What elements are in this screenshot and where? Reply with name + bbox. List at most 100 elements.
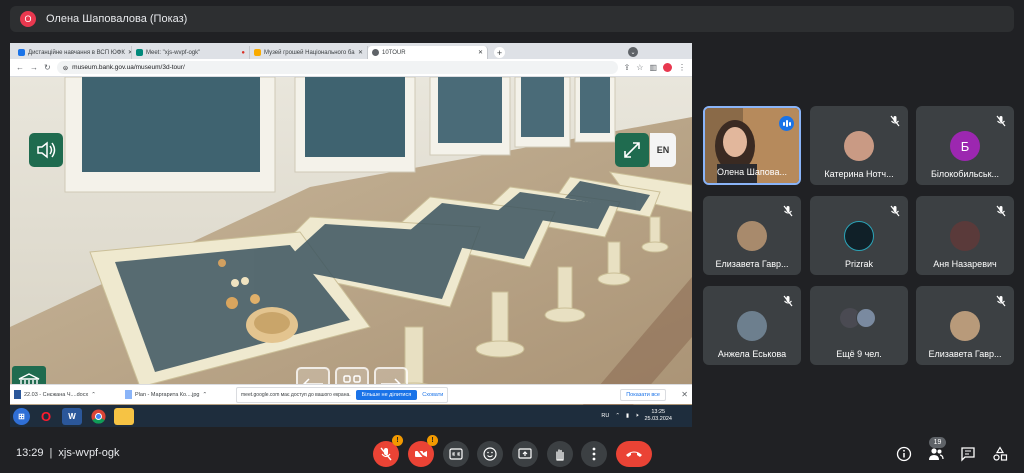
system-tray: RU ⌃ ▮ 🕨 13:25 25.03.2024 <box>601 409 692 423</box>
star-icon[interactable]: ☆ <box>636 63 643 72</box>
tray-chevron-icon[interactable]: ⌃ <box>615 413 620 419</box>
participant-tile[interactable]: Елизавета Гавр... <box>703 196 801 275</box>
shapes-icon <box>993 446 1008 461</box>
sidebar-icon[interactable]: ▥ <box>649 63 657 72</box>
participant-tile[interactable]: Ещё 9 чел. <box>810 286 908 365</box>
camera-button[interactable]: ! <box>408 435 438 467</box>
emoji-icon <box>483 447 497 461</box>
avatar <box>737 221 767 251</box>
profile-icon[interactable] <box>663 63 672 72</box>
speaking-indicator-icon <box>779 116 794 131</box>
close-icon[interactable]: ✕ <box>358 49 363 56</box>
leave-call-button[interactable] <box>616 441 652 467</box>
meet-icon <box>136 49 143 56</box>
share-notice-text: meet.google.com має доступ до вашого екр… <box>241 391 351 398</box>
network-icon[interactable]: ▮ <box>626 413 629 419</box>
participant-tile[interactable]: Аня Назаревич <box>916 196 1014 275</box>
download-item[interactable]: Plan - Маргарита Ко....jpg ⌃ <box>125 390 230 399</box>
word-icon[interactable]: W <box>62 407 82 425</box>
people-button[interactable]: 19 <box>927 437 946 463</box>
audio-toggle-button[interactable] <box>29 133 63 167</box>
activities-button[interactable] <box>991 445 1009 463</box>
word-file-icon <box>14 390 21 399</box>
chevron-up-icon[interactable]: ⌃ <box>91 392 96 398</box>
clock[interactable]: 13:25 25.03.2024 <box>644 409 672 423</box>
language-indicator[interactable]: RU <box>601 413 609 419</box>
participant-tile[interactable]: Елизавета Гавр... <box>916 286 1014 365</box>
info-icon <box>896 446 912 462</box>
chrome-icon[interactable] <box>88 408 108 425</box>
mic-off-icon <box>888 204 902 218</box>
mic-button[interactable]: ! <box>373 435 403 467</box>
clock-date: 25.03.2024 <box>644 416 672 422</box>
site-info-icon[interactable]: ⊜ <box>63 64 68 72</box>
avatar: Б <box>950 131 980 161</box>
avatar <box>844 221 874 251</box>
browser-tab[interactable]: Музей грошей Національного ба ✕ <box>250 46 368 59</box>
chat-button[interactable] <box>959 445 977 463</box>
camera-off-icon <box>415 447 427 461</box>
browser-tab[interactable]: Meet: "xjs-wvpf-ogk" ● <box>132 46 250 59</box>
start-icon[interactable]: ⊞ <box>13 407 30 425</box>
participant-tile[interactable]: Б Білокобильськ... <box>916 106 1014 185</box>
show-all-button[interactable]: Показати все <box>620 388 666 401</box>
new-tab-button[interactable]: + <box>494 47 505 58</box>
tab-label: Meet: "xjs-wvpf-ogk" <box>146 49 201 56</box>
tab-label: 10TOUR <box>382 49 406 56</box>
url-text: museum.bank.gov.ua/museum/3d-tour/ <box>72 64 185 71</box>
participant-tile[interactable]: Анжела Еськова <box>703 286 801 365</box>
volume-icon[interactable]: 🕨 <box>635 413 638 420</box>
more-vert-icon <box>592 447 596 461</box>
back-icon[interactable]: ← <box>16 63 24 72</box>
raise-hand-button[interactable] <box>547 441 573 467</box>
captions-button[interactable] <box>443 441 469 467</box>
participant-name: Аня Назаревич <box>933 259 997 269</box>
browser-tab[interactable]: Дистанційне навчання в ВСП ЮФК ✕ <box>14 46 132 59</box>
meeting-details-button[interactable] <box>895 445 913 463</box>
forward-icon[interactable]: → <box>30 63 38 72</box>
meeting-separator: | <box>49 447 53 459</box>
reactions-button[interactable] <box>477 441 503 467</box>
chevron-down-icon[interactable]: ⌄ <box>628 47 638 57</box>
hide-button[interactable]: Сховати <box>422 392 443 398</box>
avatar <box>950 221 980 251</box>
avatar <box>950 311 980 341</box>
browser-tab-strip: Дистанційне навчання в ВСП ЮФК ✕ Meet: "… <box>10 43 692 59</box>
menu-icon[interactable]: ⋮ <box>678 63 686 72</box>
folder-icon[interactable] <box>114 407 134 425</box>
chevron-up-icon[interactable]: ⌃ <box>203 392 208 398</box>
close-icon[interactable]: ✕ <box>681 390 688 399</box>
stop-sharing-button[interactable]: Більше не ділитися <box>355 389 418 400</box>
fullscreen-button[interactable] <box>615 133 649 167</box>
meeting-controls: 13:29 | xjs-wvpf-ogk ! ! 19 <box>0 435 1024 473</box>
expand-icon <box>624 142 640 158</box>
close-icon[interactable]: ✕ <box>478 49 483 56</box>
opera-icon[interactable]: O <box>36 408 56 425</box>
mic-off-icon <box>994 204 1008 218</box>
participant-name: Елизавета Гавр... <box>928 349 1002 359</box>
people-count-badge: 19 <box>929 437 946 448</box>
download-item[interactable]: 22.03 - Снєжана Ч....docx ⌃ <box>14 390 119 399</box>
meeting-time: 13:29 <box>16 447 44 459</box>
site-icon <box>18 49 25 56</box>
more-options-button[interactable] <box>581 441 607 467</box>
participant-name: Елизавета Гавр... <box>715 259 789 269</box>
participant-tile[interactable]: Олена Шапова... <box>703 106 801 185</box>
browser-tab-active[interactable]: 10TOUR ✕ <box>368 46 488 59</box>
reload-icon[interactable]: ↻ <box>44 63 51 72</box>
present-button[interactable] <box>512 441 538 467</box>
tab-label: Дистанційне навчання в ВСП ЮФК <box>28 49 125 56</box>
participant-tile[interactable]: Катерина Нотч... <box>810 106 908 185</box>
mic-off-icon <box>781 294 795 308</box>
language-button[interactable]: EN <box>650 133 676 167</box>
url-bar[interactable]: ⊜ museum.bank.gov.ua/museum/3d-tour/ <box>56 61 618 74</box>
share-icon[interactable]: ⇪ <box>624 63 631 72</box>
clock-time: 13:25 <box>651 409 666 415</box>
tour-viewer[interactable]: EN <box>10 76 692 420</box>
present-screen-icon <box>518 448 532 459</box>
presenter-avatar: О <box>20 11 36 27</box>
recording-dot-icon: ● <box>241 49 245 56</box>
mic-off-icon <box>994 294 1008 308</box>
hand-icon <box>556 449 564 461</box>
participant-tile[interactable]: Prizrak <box>810 196 908 275</box>
